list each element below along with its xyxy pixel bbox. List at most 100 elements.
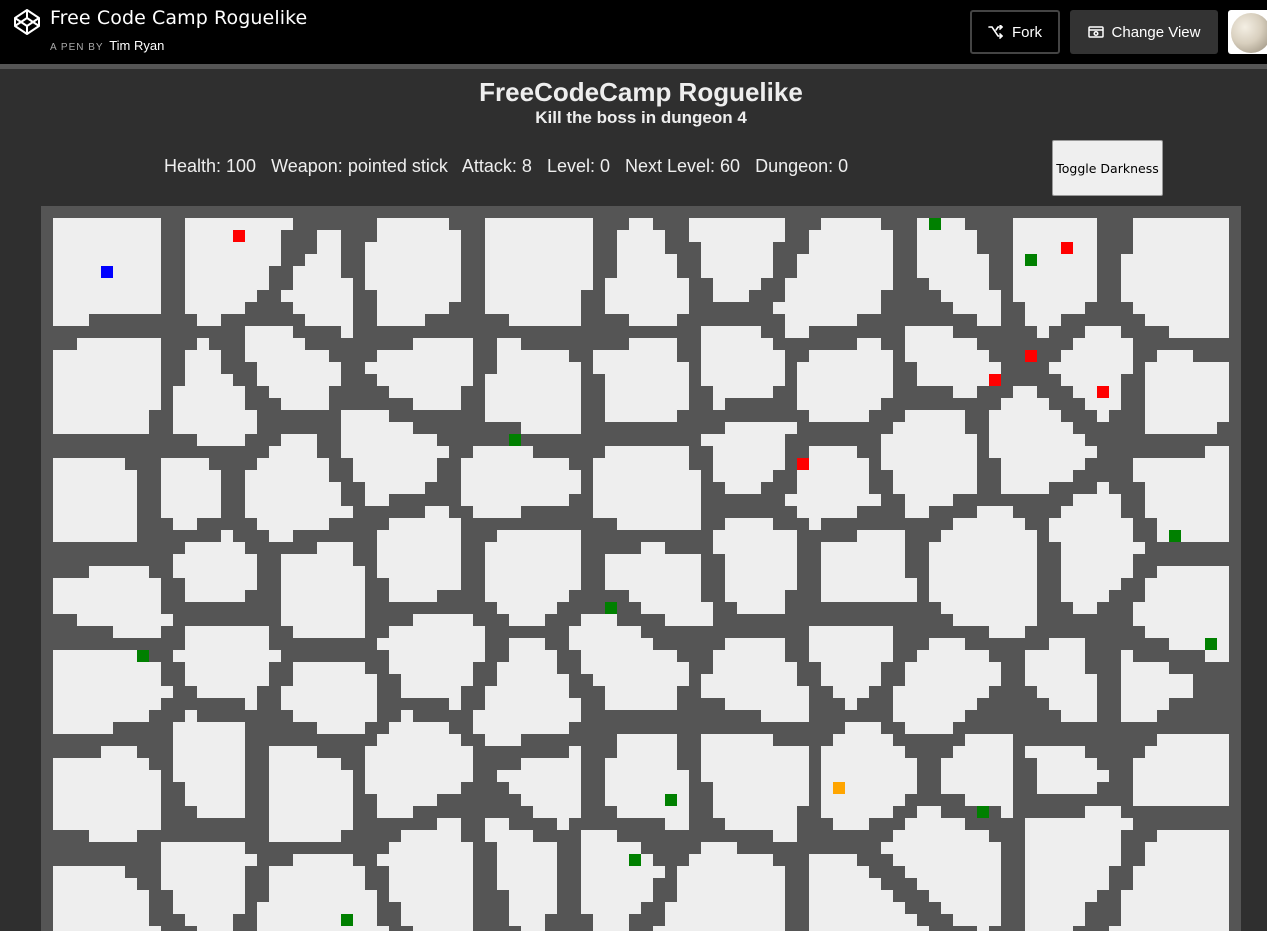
wall-tile	[593, 386, 605, 398]
user-avatar[interactable]	[1228, 10, 1267, 54]
wall-tile	[149, 494, 161, 506]
wall-tile	[257, 422, 269, 434]
wall-tile	[473, 662, 485, 674]
wall-tile	[77, 854, 89, 866]
wall-tile	[1001, 662, 1013, 674]
wall-tile	[1109, 746, 1121, 758]
wall-tile	[869, 326, 881, 338]
codepen-logo-icon[interactable]	[13, 8, 41, 36]
wall-tile	[809, 590, 821, 602]
wall-tile	[1013, 314, 1025, 326]
wall-tile	[317, 338, 329, 350]
wall-tile	[353, 650, 365, 662]
wall-tile	[773, 854, 785, 866]
wall-tile	[173, 350, 185, 362]
wall-tile	[1193, 722, 1205, 734]
wall-tile	[365, 290, 377, 302]
change-view-button[interactable]: Change View	[1070, 10, 1218, 54]
wall-tile	[377, 398, 389, 410]
wall-tile	[1157, 722, 1169, 734]
wall-tile	[341, 842, 353, 854]
wall-tile	[1013, 362, 1025, 374]
wall-tile	[701, 410, 713, 422]
wall-tile	[629, 830, 641, 842]
toggle-darkness-button[interactable]: Toggle Darkness	[1052, 140, 1163, 196]
wall-tile	[857, 326, 869, 338]
wall-tile	[953, 926, 965, 931]
wall-tile	[881, 290, 893, 302]
wall-tile	[713, 602, 725, 614]
wall-tile	[845, 614, 857, 626]
wall-tile	[1001, 830, 1013, 842]
wall-tile	[257, 710, 269, 722]
wall-tile	[1085, 626, 1097, 638]
wall-tile	[1013, 710, 1025, 722]
wall-tile	[797, 842, 809, 854]
wall-tile	[881, 422, 893, 434]
wall-tile	[233, 602, 245, 614]
wall-tile	[785, 254, 797, 266]
wall-tile	[1001, 818, 1013, 830]
wall-tile	[533, 818, 545, 830]
wall-tile	[149, 326, 161, 338]
wall-tile	[473, 614, 485, 626]
wall-tile	[665, 878, 677, 890]
wall-tile	[269, 626, 281, 638]
wall-tile	[161, 638, 173, 650]
wall-tile	[257, 566, 269, 578]
wall-tile	[605, 530, 617, 542]
wall-tile	[161, 242, 173, 254]
wall-tile	[173, 818, 185, 830]
wall-tile	[557, 638, 569, 650]
wall-tile	[677, 722, 689, 734]
wall-tile	[1109, 782, 1121, 794]
wall-tile	[1133, 722, 1145, 734]
wall-tile	[881, 722, 893, 734]
wall-tile	[677, 830, 689, 842]
wall-tile	[1025, 638, 1037, 650]
wall-tile	[269, 722, 281, 734]
wall-tile	[185, 818, 197, 830]
wall-tile	[389, 494, 401, 506]
wall-tile	[617, 602, 629, 614]
wall-tile	[149, 734, 161, 746]
wall-tile	[725, 830, 737, 842]
wall-tile	[917, 602, 929, 614]
wall-tile	[809, 434, 821, 446]
wall-tile	[293, 242, 305, 254]
wall-tile	[425, 314, 437, 326]
wall-tile	[1169, 818, 1181, 830]
fork-button[interactable]: Fork	[970, 10, 1060, 54]
wall-tile	[485, 602, 497, 614]
wall-tile	[233, 518, 245, 530]
wall-tile	[1157, 434, 1169, 446]
wall-tile	[497, 926, 509, 931]
wall-tile	[317, 326, 329, 338]
wall-tile	[1061, 314, 1073, 326]
wall-tile	[53, 542, 65, 554]
author-link[interactable]: Tim Ryan	[109, 38, 164, 53]
wall-tile	[953, 326, 965, 338]
wall-tile	[1133, 734, 1145, 746]
wall-tile	[365, 878, 377, 890]
wall-tile	[1193, 698, 1205, 710]
wall-tile	[101, 734, 113, 746]
wall-tile	[713, 710, 725, 722]
wall-tile	[821, 602, 833, 614]
pen-title[interactable]: Free Code Camp Roguelike	[50, 7, 307, 29]
wall-tile	[281, 842, 293, 854]
wall-tile	[893, 722, 905, 734]
wall-tile	[1073, 326, 1085, 338]
wall-tile	[689, 698, 701, 710]
wall-tile	[257, 446, 269, 458]
wall-tile	[677, 254, 689, 266]
wall-tile	[713, 722, 725, 734]
wall-tile	[677, 530, 689, 542]
wall-tile	[977, 326, 989, 338]
wall-tile	[377, 614, 389, 626]
wall-tile	[713, 614, 725, 626]
wall-tile	[329, 398, 341, 410]
wall-tile	[1061, 410, 1073, 422]
wall-tile	[269, 854, 281, 866]
wall-tile	[1097, 614, 1109, 626]
